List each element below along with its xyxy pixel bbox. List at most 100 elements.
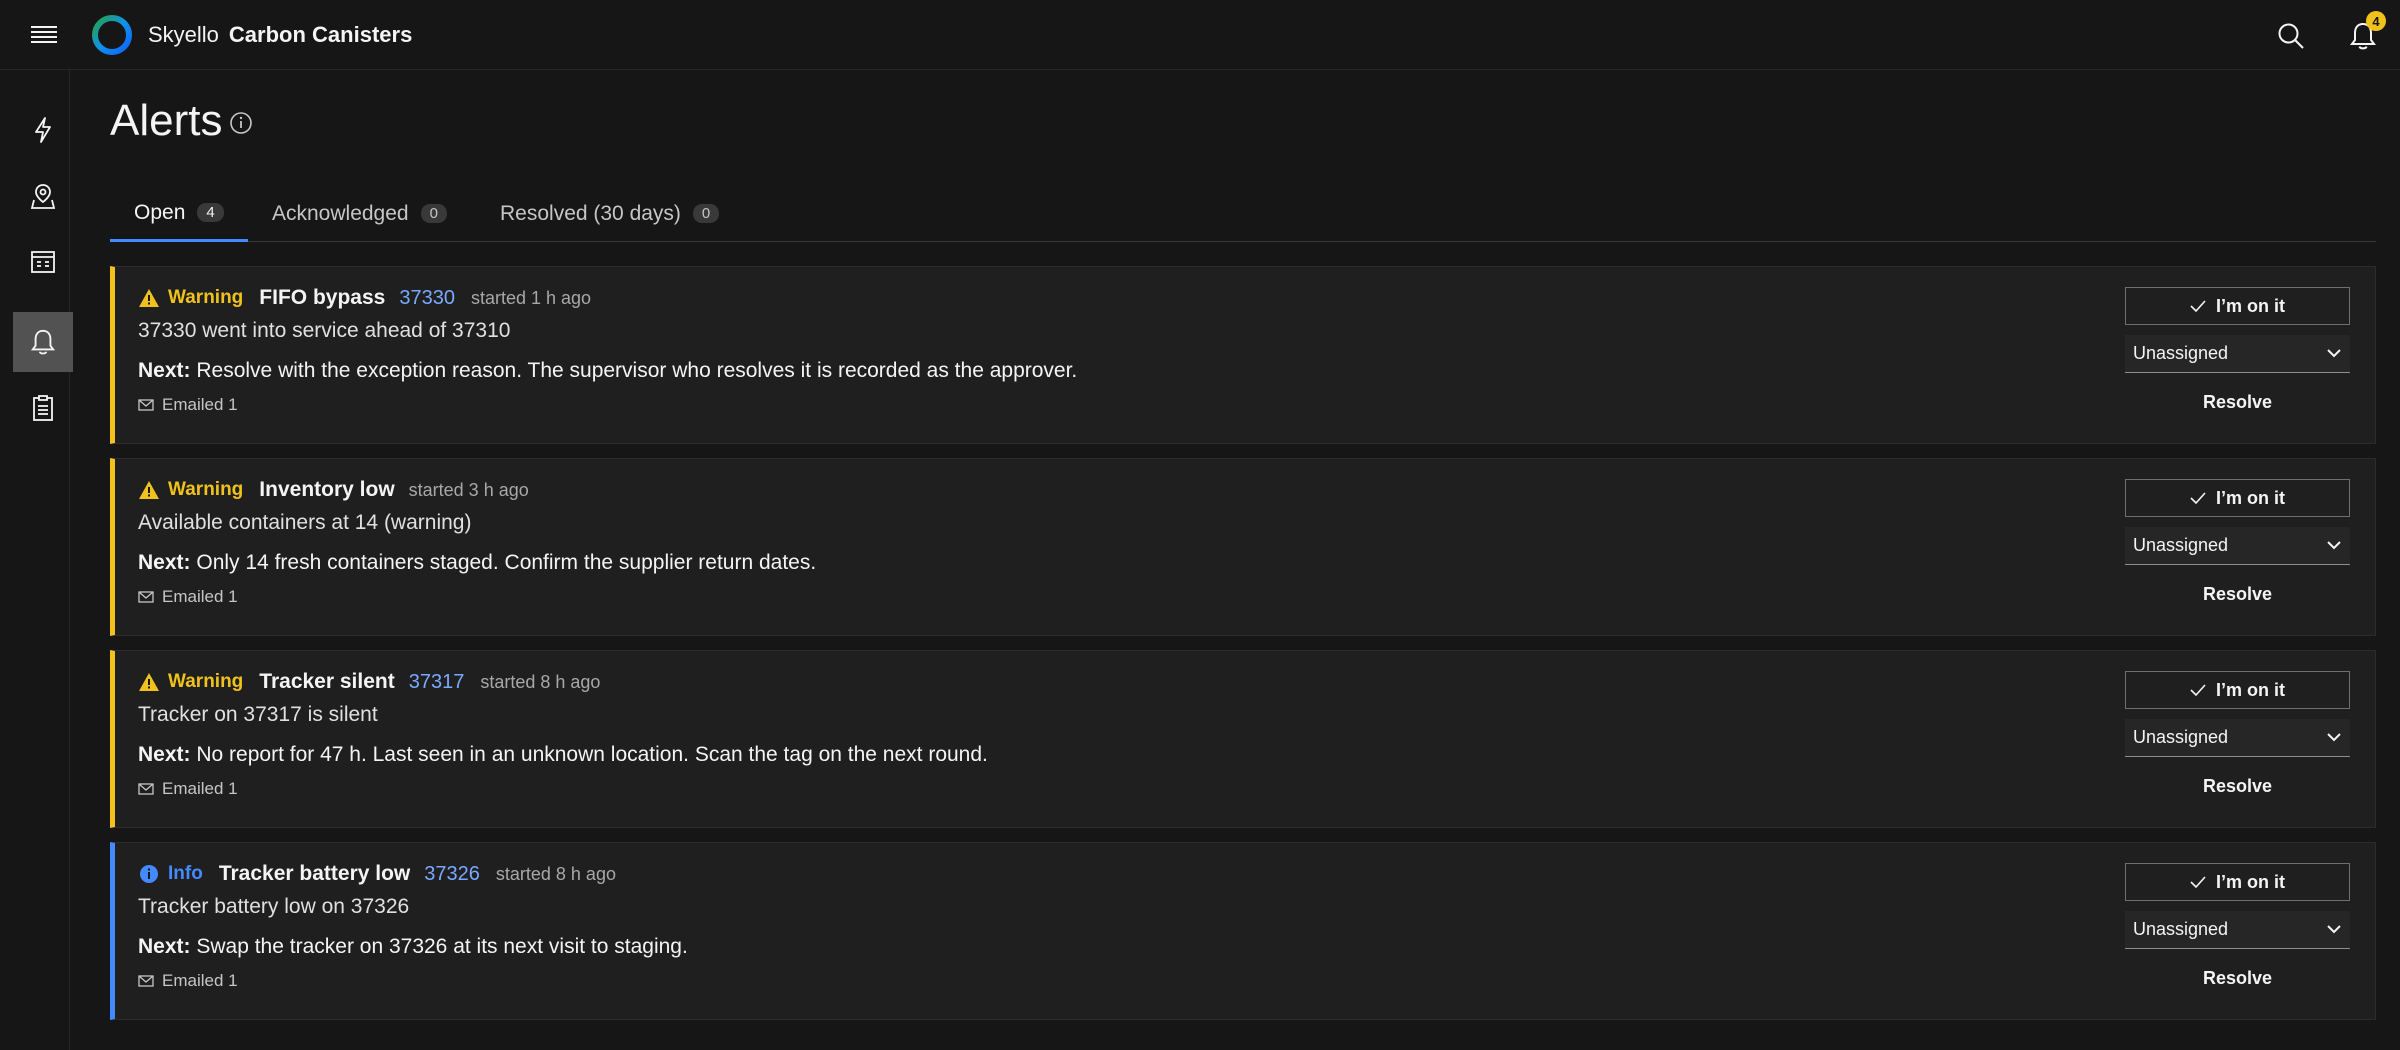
alert-title: FIFO bypass: [259, 286, 386, 309]
alert-card: Warning Inventory low started 3 h ago Av…: [110, 458, 2376, 636]
button-label: I’m on it: [2216, 679, 2285, 700]
envelope-icon: [138, 975, 154, 987]
alert-description: Tracker battery low on 37326: [138, 895, 410, 918]
checkmark-icon: [2190, 492, 2206, 504]
next-label: Next:: [138, 743, 191, 766]
alert-card: Info Tracker battery low 37326 started 8…: [110, 842, 2376, 1020]
started-time: started 3 h ago: [408, 479, 529, 500]
emailed-text: Emailed 1: [162, 395, 238, 414]
envelope-icon: [138, 591, 154, 603]
chevron-down-icon: [2327, 541, 2341, 550]
chevron-down-icon: [2327, 925, 2341, 934]
checkmark-icon: [2190, 684, 2206, 696]
started-time: started 8 h ago: [495, 863, 616, 884]
resolve-button[interactable]: Resolve: [2125, 575, 2350, 613]
asset-link[interactable]: 37326: [424, 863, 480, 886]
next-label: Next:: [138, 935, 191, 958]
started-time: started 1 h ago: [470, 287, 592, 308]
chevron-down-icon: [2327, 349, 2341, 358]
notifications-button[interactable]: 4: [2344, 11, 2386, 55]
resolve-button[interactable]: Resolve: [2125, 767, 2350, 805]
next-step: Next: Only 14 fresh containers staged. C…: [138, 551, 816, 575]
tab-count: 0: [692, 204, 720, 223]
alert-tabs: Open 4 Acknowledged 0 Resolved (30 days)…: [110, 186, 2376, 242]
tab-count: 0: [420, 204, 447, 223]
select-value: Unassigned: [2133, 535, 2229, 555]
emailed-text: Emailed 1: [162, 587, 238, 606]
im-on-it-button[interactable]: I’m on it: [2125, 287, 2350, 325]
next-step: Next: Swap the tracker on 37326 at its n…: [138, 935, 688, 959]
assignee-select[interactable]: Unassigned: [2125, 911, 2350, 949]
alert-title: Tracker silent: [259, 670, 395, 693]
lightning-icon: [35, 117, 51, 143]
envelope-icon: [138, 399, 154, 411]
menu-button[interactable]: [24, 19, 64, 51]
asset-link[interactable]: 37330: [399, 287, 455, 310]
select-value: Unassigned: [2133, 343, 2229, 363]
im-on-it-button[interactable]: I’m on it: [2125, 479, 2350, 517]
started-time: started 8 h ago: [480, 671, 601, 692]
alert-header: Warning Tracker silent 37317 started 8 h…: [138, 670, 600, 694]
resolve-button[interactable]: Resolve: [2125, 383, 2350, 421]
emailed-text: Emailed 1: [162, 779, 238, 798]
severity-label: Warning: [168, 479, 244, 500]
alert-title: Inventory low: [259, 478, 395, 501]
severity-label: Warning: [168, 671, 244, 692]
clipboard-icon: [33, 395, 53, 421]
sidebar-item-activity[interactable]: [13, 100, 73, 160]
sidebar: [0, 70, 73, 1050]
alert-header: Info Tracker battery low 37326 started 8…: [138, 862, 616, 886]
button-label: I’m on it: [2216, 295, 2285, 316]
next-text: Only 14 fresh containers staged. Confirm…: [196, 551, 817, 574]
assignee-select[interactable]: Unassigned: [2125, 719, 2350, 757]
product-name: Carbon Canisters: [228, 22, 413, 47]
warning-triangle-icon: [139, 289, 159, 307]
info-circle-icon[interactable]: [228, 110, 254, 136]
sidebar-item-map[interactable]: [13, 166, 73, 226]
dashboard-icon: [31, 251, 55, 273]
im-on-it-button[interactable]: I’m on it: [2125, 863, 2350, 901]
envelope-icon: [138, 783, 154, 795]
alert-card: Warning Tracker silent 37317 started 8 h…: [110, 650, 2376, 828]
emailed-status: Emailed 1: [138, 971, 238, 991]
next-label: Next:: [138, 359, 191, 382]
button-label: I’m on it: [2216, 871, 2285, 892]
alert-description: 37330 went into service ahead of 37310: [138, 319, 511, 342]
sidebar-item-dashboard[interactable]: [13, 232, 73, 292]
next-text: Resolve with the exception reason. The s…: [196, 359, 1078, 382]
alert-title: Tracker battery low: [218, 862, 411, 885]
tab-label: Acknowledged: [272, 201, 409, 225]
tab-count: 4: [197, 203, 224, 222]
next-text: No report for 47 h. Last seen in an unkn…: [196, 743, 988, 766]
checkmark-icon: [2190, 876, 2206, 888]
next-step: Next: No report for 47 h. Last seen in a…: [138, 743, 988, 767]
resolve-button[interactable]: Resolve: [2125, 959, 2350, 997]
emailed-text: Emailed 1: [162, 971, 238, 990]
top-header: Skyello Carbon Canisters 4: [0, 0, 2400, 70]
search-icon: [2278, 23, 2304, 49]
button-label: I’m on it: [2216, 487, 2285, 508]
notification-badge: 4: [2366, 11, 2386, 31]
tab-label: Resolved (30 days): [500, 201, 681, 225]
tab-resolved[interactable]: Resolved (30 days) 0: [500, 186, 720, 241]
alert-header: Warning Inventory low started 3 h ago: [138, 478, 529, 502]
tab-open[interactable]: Open 4: [110, 186, 248, 242]
next-label: Next:: [138, 551, 191, 574]
emailed-status: Emailed 1: [138, 395, 238, 415]
search-button[interactable]: [2272, 17, 2310, 55]
im-on-it-button[interactable]: I’m on it: [2125, 671, 2350, 709]
sidebar-item-tasks[interactable]: [13, 378, 73, 438]
page-title: Alerts: [110, 96, 223, 145]
assignee-select[interactable]: Unassigned: [2125, 527, 2350, 565]
alert-description: Tracker on 37317 is silent: [138, 703, 378, 726]
next-text: Swap the tracker on 37326 at its next vi…: [196, 935, 688, 958]
alert-header: Warning FIFO bypass 37330 started 1 h ag…: [138, 286, 591, 310]
asset-link[interactable]: 37317: [409, 671, 465, 694]
assignee-select[interactable]: Unassigned: [2125, 335, 2350, 373]
sidebar-item-alerts[interactable]: [13, 312, 73, 372]
severity-label: Warning: [168, 287, 244, 308]
severity-label: Info: [168, 863, 203, 884]
tab-acknowledged[interactable]: Acknowledged 0: [272, 186, 447, 241]
checkmark-icon: [2190, 300, 2206, 312]
brand: Skyello Carbon Canisters: [148, 22, 412, 48]
